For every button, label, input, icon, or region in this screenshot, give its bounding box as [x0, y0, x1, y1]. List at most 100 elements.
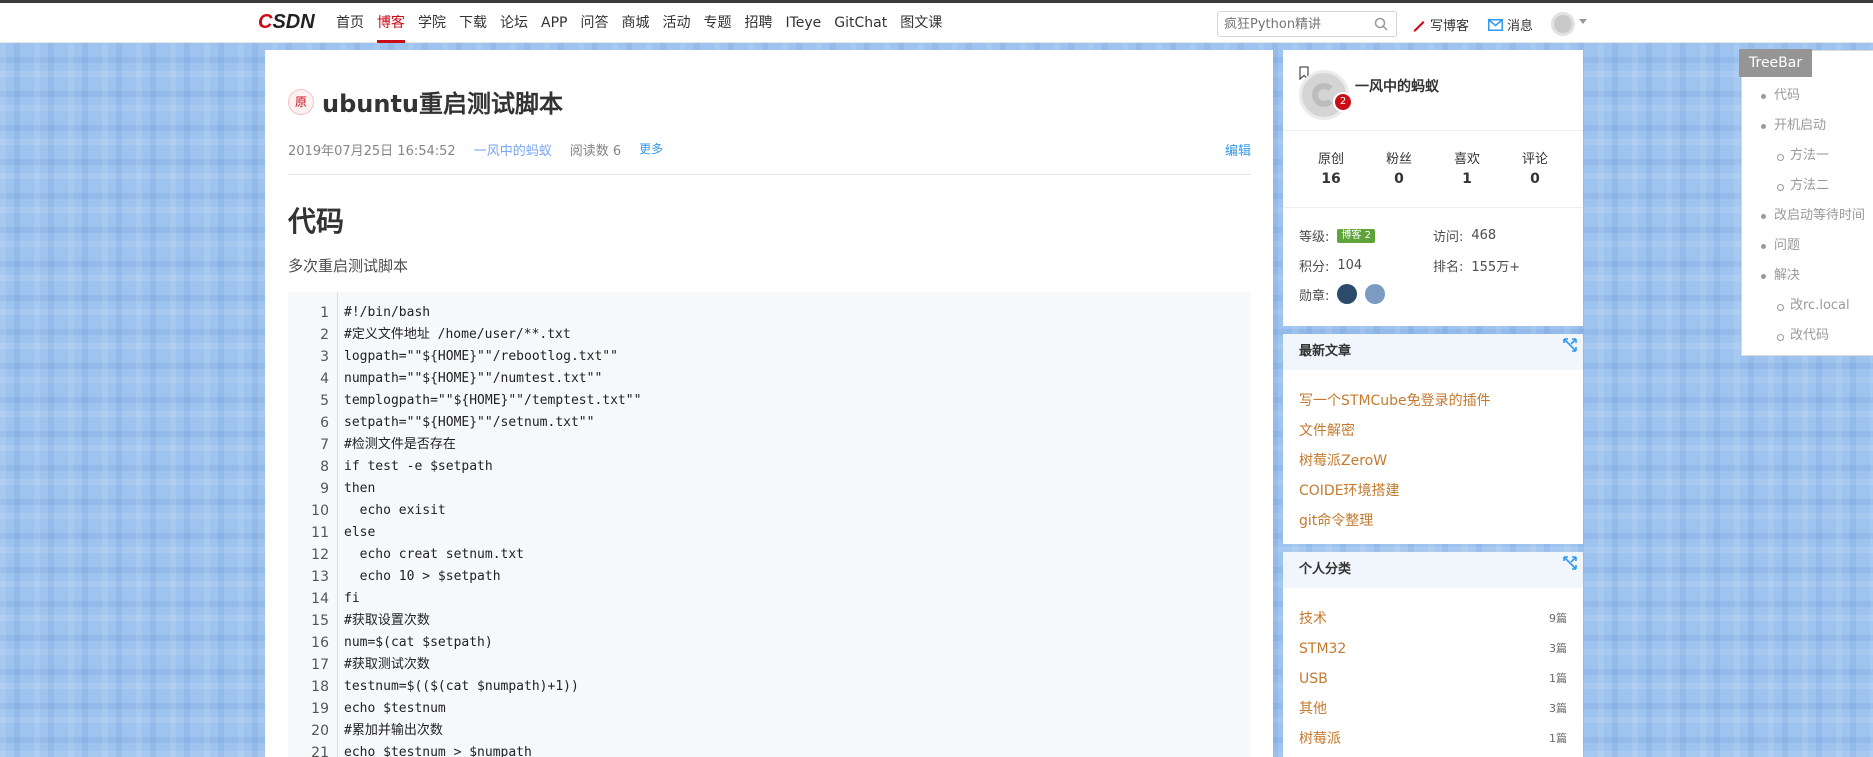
search-box[interactable] [1217, 11, 1397, 37]
logo-c: C [258, 11, 273, 33]
messages-link[interactable]: 消息 [1488, 15, 1533, 34]
code-line: echo 10 > $setpath [344, 569, 501, 584]
code-line: numpath=""${HOME}""/numtest.txt"" [344, 371, 603, 386]
visits-value: 468 [1471, 228, 1497, 243]
treebar-item[interactable]: 问题 [1750, 231, 1865, 261]
level-badge[interactable]: 博客 2 [1337, 228, 1375, 243]
csdn-logo[interactable]: CSDN [258, 11, 315, 34]
recent-articles-header: 最新文章 [1283, 334, 1583, 370]
level-row: 等级: 博客 2 [1299, 226, 1375, 245]
pen-icon [1413, 20, 1425, 31]
nav-item[interactable]: 下载 [459, 3, 487, 43]
category-count: 1篇 [1549, 732, 1567, 745]
code-line: then [344, 481, 376, 496]
code-line: echo creat setnum.txt [344, 547, 525, 562]
nav-item[interactable]: 问答 [580, 3, 608, 43]
medals-label: 勋章: [1299, 288, 1330, 304]
expand-icon[interactable] [1563, 338, 1577, 352]
stat-item[interactable]: 原创 16 [1297, 148, 1365, 187]
category-item[interactable]: 树莓派 1篇 [1283, 724, 1583, 754]
search-input[interactable] [1218, 12, 1368, 36]
edit-link[interactable]: 编辑 [1225, 140, 1251, 159]
code-line: templogpath=""${HOME}""/temptest.txt"" [344, 393, 642, 408]
nav-item[interactable]: 招聘 [744, 3, 772, 43]
line-number: 16 [311, 635, 329, 651]
category-item[interactable]: 其他 3篇 [1283, 694, 1583, 724]
article-panel: 原 ubuntu重启测试脚本 2019年07月25日 16:54:52 一风中的… [265, 50, 1273, 757]
top-navbar: CSDN 首页 博客 学院 下载 论坛 APP 问答 商城 活动 专题 招聘 ITeye GitChat… [0, 3, 1873, 43]
search-icon[interactable] [1374, 17, 1388, 31]
code-line: if test -e $setpath [344, 459, 493, 474]
category-item[interactable]: USB 1篇 [1283, 664, 1583, 694]
nav-item[interactable]: 学院 [418, 3, 446, 43]
mail-icon [1488, 18, 1503, 31]
user-avatar[interactable] [1551, 12, 1575, 36]
stat-value: 1 [1462, 171, 1472, 187]
treebar-item[interactable]: 代码 [1750, 81, 1865, 111]
original-badge: 原 [288, 88, 314, 115]
rank-label: 排名: [1433, 260, 1464, 275]
recent-article-link[interactable]: git命令整理 [1299, 506, 1567, 536]
category-count: 1篇 [1549, 672, 1567, 685]
expand-icon[interactable] [1563, 556, 1577, 570]
category-count: 3篇 [1549, 702, 1567, 715]
nav-item[interactable]: 博客 [377, 3, 405, 43]
treebar-item[interactable]: 改rc.local [1750, 291, 1865, 321]
nav-item[interactable]: 论坛 [500, 3, 528, 43]
visits-row: 访问: 468 [1433, 226, 1496, 245]
article-title-row: 原 ubuntu重启测试脚本 [288, 84, 563, 119]
level-dot: 2 [1333, 92, 1353, 112]
publish-date: 2019年07月25日 16:54:52 [288, 144, 456, 159]
treebar-list: 代码 开机启动 方法一 方法二 改启动等待时间 问题 解决 改rc.local 改代码 [1750, 81, 1865, 351]
stat-item[interactable]: 粉丝 0 [1365, 148, 1433, 187]
chevron-down-icon[interactable] [1579, 19, 1587, 24]
nav-item[interactable]: 专题 [703, 3, 731, 43]
line-number: 12 [311, 547, 329, 563]
treebar-title[interactable]: TreeBar [1739, 49, 1813, 77]
treebar-item[interactable]: 方法一 [1750, 141, 1865, 171]
nav-item[interactable]: GitChat [834, 3, 887, 43]
line-number: 1 [320, 305, 329, 321]
category-item[interactable]: STM32 3篇 [1283, 634, 1583, 664]
recent-article-link[interactable]: 文件解密 [1299, 416, 1567, 446]
treebar-item[interactable]: 开机启动 [1750, 111, 1865, 141]
line-number: 14 [311, 591, 329, 607]
profile-card: 2 一风中的蚂蚁 原创 16 粉丝 0 喜欢 1 评论 0 等级: 博客 2 访问: 468 … [1283, 50, 1583, 326]
recent-article-link[interactable]: 树莓派ZeroW [1299, 446, 1567, 476]
line-number-gutter: 1 2 3 4 5 6 7 8 9 10 11 12 13 14 15 16 17 18 19 20 21 [288, 292, 338, 757]
code-line: fi [344, 591, 360, 606]
code-line: setpath=""${HOME}""/setnum.txt"" [344, 415, 595, 430]
recent-article-link[interactable]: COIDE环境搭建 [1299, 476, 1567, 506]
nav-item[interactable]: APP [541, 3, 567, 43]
treebar-item[interactable]: 解决 [1750, 261, 1865, 291]
stat-value: 16 [1321, 171, 1341, 187]
line-number: 3 [320, 349, 329, 365]
points-label: 积分: [1299, 260, 1330, 275]
medal-icon[interactable] [1365, 284, 1386, 304]
nav-item[interactable]: 图文课 [900, 3, 942, 43]
nav-item[interactable]: ITeye [785, 3, 821, 43]
categories-title: 个人分类 [1299, 562, 1352, 577]
author-link[interactable]: 一风中的蚂蚁 [474, 140, 552, 159]
code-block[interactable]: 1 2 3 4 5 6 7 8 9 10 11 12 13 14 15 16 17 18 19 20 21 #!/bin… [288, 292, 1251, 757]
nav-item[interactable]: 活动 [662, 3, 690, 43]
nav-item[interactable]: 商城 [621, 3, 649, 43]
stat-item[interactable]: 评论 0 [1501, 148, 1569, 187]
category-item[interactable]: 技术 9篇 [1283, 604, 1583, 634]
profile-name[interactable]: 一风中的蚂蚁 [1355, 76, 1439, 96]
stat-label: 喜欢 [1453, 152, 1480, 167]
more-link[interactable]: 更多 [639, 140, 663, 159]
nav-item[interactable]: 首页 [336, 3, 364, 43]
treebar-item[interactable]: 改启动等待时间 [1750, 201, 1865, 231]
treebar-item[interactable]: 方法二 [1750, 171, 1865, 201]
write-blog-link[interactable]: 写博客 [1412, 15, 1469, 34]
line-number: 21 [311, 745, 329, 757]
recent-article-link[interactable]: 写一个STMCube免登录的插件 [1299, 386, 1567, 416]
logo-rest: SDN [272, 11, 315, 33]
code-line: #累加并输出次数 [344, 723, 443, 738]
medal-icon[interactable] [1337, 284, 1358, 304]
treebar-item[interactable]: 改代码 [1750, 321, 1865, 351]
stat-item[interactable]: 喜欢 1 [1433, 148, 1501, 187]
line-number: 6 [320, 415, 329, 431]
category-name: USB [1299, 671, 1328, 687]
